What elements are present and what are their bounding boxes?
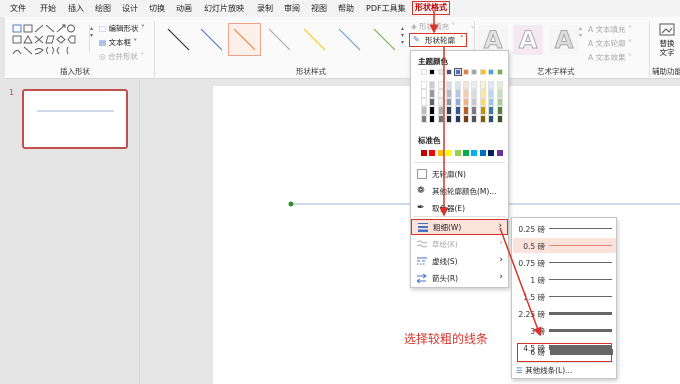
annotation-arrow-3 (499, 227, 542, 337)
annotation-text: 选择较粗的线条 (404, 332, 489, 346)
annotation-arrows (429, 11, 542, 337)
